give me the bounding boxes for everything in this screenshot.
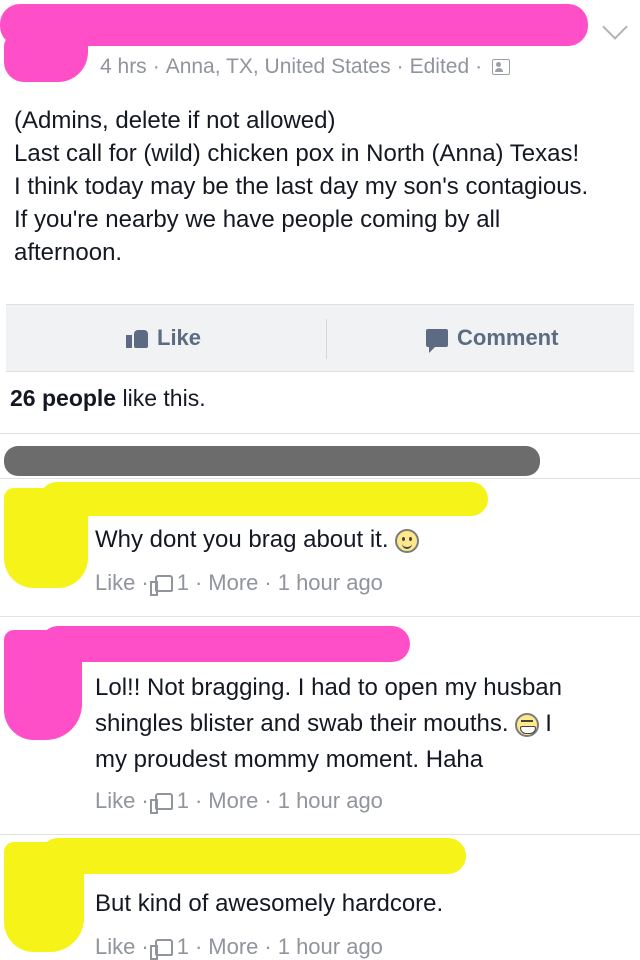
redacted-author-name (0, 4, 588, 46)
thumbs-up-outline-icon (149, 938, 173, 960)
likes-summary[interactable]: 26 people like this. (10, 385, 206, 412)
comment-meta: Like · 1 · More · 1 hour ago (95, 934, 383, 960)
post-meta: 4 hrs · Anna, TX, United States · Edited… (100, 55, 511, 79)
post-body-line: (Admins, delete if not allowed) (14, 107, 336, 134)
comment-like-count[interactable]: 1 (177, 934, 189, 960)
grin-icon (514, 712, 539, 737)
redacted-commenter-name (40, 838, 466, 874)
meta-separator: · (141, 788, 149, 813)
comment-button-label: Comment (457, 325, 559, 350)
meta-separator: · (264, 934, 272, 959)
comment-text-line: But kind of awesomely hardcore. (95, 890, 444, 917)
meta-separator: · (152, 55, 160, 78)
comment-like-link[interactable]: Like (95, 570, 135, 596)
meta-separator: · (264, 570, 272, 595)
comment-text-line: Why dont you brag about it. (95, 526, 389, 553)
redacted-commenter-avatar (4, 488, 88, 588)
chevron-down-icon[interactable] (602, 14, 628, 40)
post-body-line: afternoon. (14, 239, 123, 266)
comment-like-link[interactable]: Like (95, 788, 135, 814)
divider (0, 478, 640, 479)
comment-more-link[interactable]: More (208, 788, 258, 814)
comment-text-line: my proudest mommy moment. Haha (95, 746, 484, 773)
comment-text: Why dont you brag about it. (95, 522, 419, 558)
comment-like-link[interactable]: Like (95, 934, 135, 960)
post-body-line: If you're nearby we have people coming b… (14, 206, 501, 233)
meta-separator: · (475, 55, 483, 78)
comment-text: Lol!! Not bragging. I had to open my hus… (95, 670, 562, 778)
like-button-label: Like (157, 325, 202, 350)
likes-count: 26 people (10, 385, 117, 411)
comment-meta: Like · 1 · More · 1 hour ago (95, 788, 383, 814)
like-button[interactable]: Like (126, 305, 201, 371)
meta-separator: · (141, 934, 149, 959)
comment: Why dont you brag about it. Like · 1 · M… (0, 480, 640, 616)
meta-separator: · (194, 788, 203, 813)
redacted-commenter-avatar (4, 630, 82, 740)
divider (0, 616, 640, 617)
divider (0, 433, 640, 434)
comment-text: But kind of awesomely hardcore. (95, 886, 443, 922)
comment: Lol!! Not bragging. I had to open my hus… (0, 618, 640, 832)
comment-time[interactable]: 1 hour ago (278, 788, 383, 814)
divider (0, 834, 640, 835)
smile-icon (394, 528, 419, 553)
post-time[interactable]: 4 hrs (100, 55, 147, 79)
post-header: 4 hrs · Anna, TX, United States · Edited… (0, 0, 640, 100)
redacted-avatar (4, 36, 88, 82)
thumbs-up-outline-icon (149, 792, 173, 814)
meta-separator: · (396, 55, 404, 78)
action-divider (326, 319, 327, 359)
redacted-commenter-avatar (4, 842, 84, 952)
redacted-commenter-name (40, 482, 488, 516)
comment-bubble-icon (426, 329, 448, 353)
comment-time[interactable]: 1 hour ago (278, 570, 383, 596)
redacted-commenter-name (40, 626, 410, 662)
post-body-line: I think today may be the last day my son… (14, 173, 589, 200)
thumbs-up-icon (126, 328, 148, 348)
meta-separator: · (194, 934, 203, 959)
friends-icon (492, 59, 511, 75)
comment-like-count[interactable]: 1 (177, 788, 189, 814)
comment-text-line: shingles blister and swab their mouths. … (95, 710, 552, 737)
comment-text-fragment: I (545, 710, 552, 737)
post-action-bar: Like Comment (6, 304, 634, 372)
comment-more-link[interactable]: More (208, 570, 258, 596)
thumbs-up-outline-icon (149, 574, 173, 596)
comment-like-count[interactable]: 1 (177, 570, 189, 596)
comment-text-line: Lol!! Not bragging. I had to open my hus… (95, 674, 562, 701)
comment: But kind of awesomely hardcore. Like · 1… (0, 836, 640, 960)
post-location[interactable]: Anna, TX, United States (166, 55, 391, 79)
likes-suffix: like this. (116, 385, 206, 411)
comment-more-link[interactable]: More (208, 934, 258, 960)
post-body: (Admins, delete if not allowed) Last cal… (14, 104, 629, 269)
comment-time[interactable]: 1 hour ago (278, 934, 383, 960)
meta-separator: · (141, 570, 149, 595)
meta-separator: · (264, 788, 272, 813)
comment-button[interactable]: Comment (426, 305, 558, 371)
meta-separator: · (194, 570, 203, 595)
post-edited[interactable]: Edited (410, 55, 470, 79)
redacted-previous-comments (4, 446, 540, 476)
comment-meta: Like · 1 · More · 1 hour ago (95, 570, 383, 596)
post-body-line: Last call for (wild) chicken pox in Nort… (14, 140, 580, 167)
